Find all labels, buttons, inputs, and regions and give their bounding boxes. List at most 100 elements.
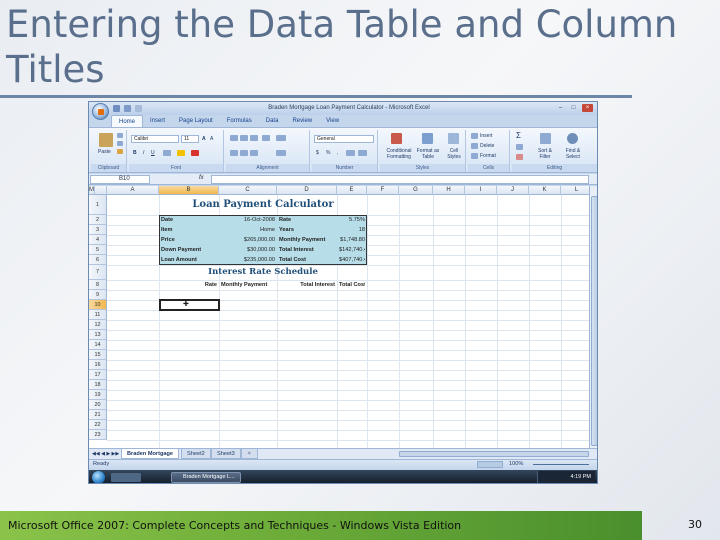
decrease-decimal-icon[interactable] <box>358 150 367 156</box>
paste-label[interactable]: Paste <box>98 149 111 155</box>
conditional-formatting-label[interactable]: Conditional Formatting <box>382 148 416 160</box>
delete-cells-icon[interactable] <box>471 143 478 149</box>
column-header-a[interactable]: A <box>107 186 159 195</box>
cell-styles-label[interactable]: Cell Styles <box>444 148 464 160</box>
quick-launch-icons[interactable] <box>111 473 141 482</box>
column-header-e[interactable]: E <box>337 186 367 195</box>
sort-filter-icon[interactable] <box>540 133 551 144</box>
loan-cell[interactable]: $142,740.46 <box>339 245 365 255</box>
schedule-header[interactable]: Total Interest <box>279 280 335 290</box>
orientation-icon[interactable] <box>262 135 270 141</box>
column-header-f[interactable]: F <box>367 186 399 195</box>
column-header-h[interactable]: H <box>433 186 465 195</box>
tab-formulas[interactable]: Formulas <box>220 115 259 127</box>
sheet-nav-icon[interactable]: ◀◀ ◀ ▶ ▶▶ <box>92 451 119 457</box>
loan-cell[interactable]: 18 <box>339 225 365 235</box>
schedule-header[interactable]: Rate <box>161 280 217 290</box>
row-header-19[interactable]: 19 <box>89 390 107 400</box>
save-icon[interactable] <box>113 105 120 112</box>
loan-cell[interactable]: Years <box>279 225 335 235</box>
wrap-text-icon[interactable] <box>276 135 286 141</box>
align-bottom-icon[interactable] <box>250 135 258 141</box>
vertical-scrollbar[interactable] <box>589 186 597 448</box>
insert-cells-icon[interactable] <box>471 133 478 139</box>
row-header-4[interactable]: 4 <box>89 235 107 245</box>
align-middle-icon[interactable] <box>240 135 248 141</box>
fill-icon[interactable] <box>516 144 523 150</box>
row-header-18[interactable]: 18 <box>89 380 107 390</box>
loan-cell[interactable]: Loan Amount <box>161 255 217 265</box>
align-top-icon[interactable] <box>230 135 238 141</box>
loan-cell[interactable]: Down Payment <box>161 245 217 255</box>
cut-icon[interactable] <box>117 133 123 138</box>
row-header-5[interactable]: 5 <box>89 245 107 255</box>
delete-cells-label[interactable]: Delete <box>480 143 494 149</box>
row-header-7[interactable]: 7 <box>89 265 107 280</box>
format-cells-icon[interactable] <box>471 153 478 159</box>
shrink-font-icon[interactable]: A <box>210 136 213 142</box>
worksheet-grid[interactable]: A B C D E F G H I J K L M 1 2 3 4 5 6 7 8 9 10 11 12 13 14 15 16 17 18… <box>89 186 594 448</box>
row-header-22[interactable]: 22 <box>89 420 107 430</box>
clear-icon[interactable] <box>516 154 523 160</box>
format-painter-icon[interactable] <box>117 149 123 154</box>
loan-cell[interactable]: Price <box>161 235 217 245</box>
loan-cell[interactable]: $265,000.00 <box>221 235 275 245</box>
loan-cell[interactable]: 5.75% <box>339 215 365 225</box>
loan-cell[interactable]: $1,748.80 <box>339 235 365 245</box>
loan-cell[interactable]: Date <box>161 215 217 225</box>
active-cell-b10[interactable] <box>159 299 220 311</box>
loan-cell[interactable]: 16-Oct-2008 <box>221 215 275 225</box>
paste-icon[interactable] <box>99 133 113 147</box>
row-header-16[interactable]: 16 <box>89 360 107 370</box>
find-select-label[interactable]: Find & Select <box>560 148 586 160</box>
row-header-9[interactable]: 9 <box>89 290 107 300</box>
underline-icon[interactable]: U <box>151 150 155 156</box>
start-button[interactable] <box>92 471 105 483</box>
insert-function-icon[interactable]: fx <box>199 175 204 181</box>
font-name-combo[interactable]: Calibri <box>131 135 179 143</box>
bold-icon[interactable]: B <box>133 150 137 156</box>
row-header-10[interactable]: 10 <box>89 300 107 310</box>
font-size-combo[interactable]: 11 <box>181 135 199 143</box>
column-header-c[interactable]: C <box>219 186 277 195</box>
row-header-21[interactable]: 21 <box>89 410 107 420</box>
row-header-1[interactable]: 1 <box>89 195 107 215</box>
sheet-tab-braden-mortgage[interactable]: Braden Mortgage <box>121 449 179 459</box>
number-format-combo[interactable]: General <box>314 135 374 143</box>
column-header-m[interactable]: M <box>89 186 95 195</box>
row-header-3[interactable]: 3 <box>89 225 107 235</box>
tab-data[interactable]: Data <box>259 115 286 127</box>
loan-cell[interactable]: $407,740.46 <box>339 255 365 265</box>
column-header-d[interactable]: D <box>277 186 337 195</box>
tab-home[interactable]: Home <box>111 115 144 127</box>
format-cells-label[interactable]: Format <box>480 153 496 159</box>
percent-icon[interactable]: % <box>326 150 330 156</box>
loan-cell[interactable]: Monthly Payment <box>279 235 335 245</box>
loan-cell[interactable]: Total Interest <box>279 245 335 255</box>
row-header-11[interactable]: 11 <box>89 310 107 320</box>
format-as-table-icon[interactable] <box>422 133 433 144</box>
borders-icon[interactable] <box>163 150 171 156</box>
maximize-button[interactable]: □ <box>568 104 579 112</box>
copy-icon[interactable] <box>117 141 123 146</box>
row-header-12[interactable]: 12 <box>89 320 107 330</box>
zoom-slider[interactable] <box>533 464 589 465</box>
autosum-icon[interactable]: Σ <box>516 132 521 140</box>
zoom-level[interactable]: 100% <box>509 460 523 469</box>
tab-review[interactable]: Review <box>285 115 319 127</box>
currency-icon[interactable]: $ <box>316 150 319 156</box>
loan-cell[interactable]: Item <box>161 225 217 235</box>
comma-icon[interactable]: , <box>337 150 338 156</box>
row-header-2[interactable]: 2 <box>89 215 107 225</box>
name-box[interactable]: B10 <box>90 175 150 184</box>
insert-cells-label[interactable]: Insert <box>480 133 493 139</box>
horizontal-scrollbar[interactable] <box>399 451 589 457</box>
row-header-13[interactable]: 13 <box>89 330 107 340</box>
tab-insert[interactable]: Insert <box>143 115 172 127</box>
align-left-icon[interactable] <box>230 150 238 156</box>
align-center-icon[interactable] <box>240 150 248 156</box>
row-header-17[interactable]: 17 <box>89 370 107 380</box>
sort-filter-label[interactable]: Sort & Filter <box>532 148 558 160</box>
column-header-g[interactable]: G <box>399 186 433 195</box>
redo-icon[interactable] <box>135 105 142 112</box>
